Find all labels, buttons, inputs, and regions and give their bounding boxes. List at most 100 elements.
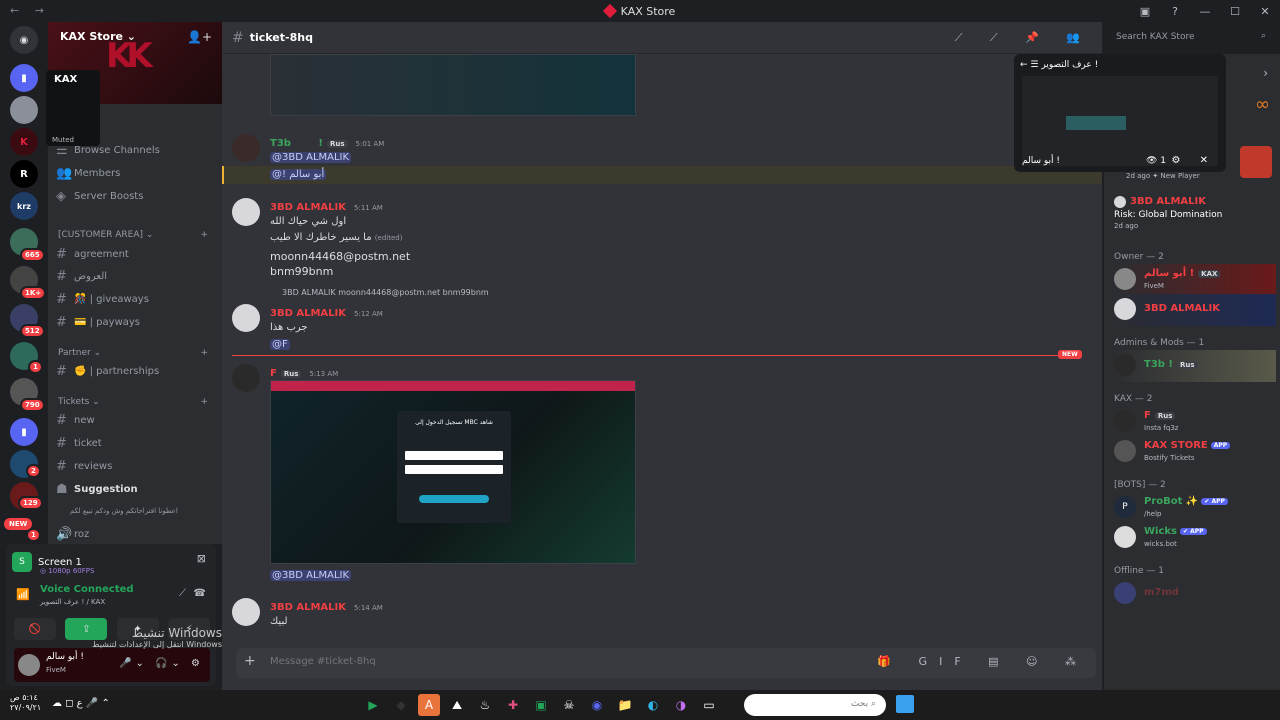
avatar[interactable] (232, 134, 260, 162)
maximize-button[interactable]: ☐ (1220, 5, 1250, 18)
folder-icon[interactable]: ▮ (10, 418, 38, 446)
edge-icon[interactable]: ◐ (642, 694, 664, 716)
kax-icon[interactable]: K (10, 128, 38, 156)
voice-status[interactable]: Voice Connected (40, 584, 134, 595)
stream-preview[interactable]: ← ☰ عرف التصوير ! أبو سالم ! 👁 1 ⚙ ✕ (1014, 54, 1226, 172)
channel-header: # ticket-8hq ⟋ ⟋ 📌 👥 (222, 22, 1102, 54)
channel-agreement[interactable]: # agreement (56, 244, 214, 264)
member-item[interactable]: m7md (1114, 578, 1276, 610)
new-messages-divider (232, 355, 1082, 356)
attachment-image[interactable]: تسجيل الدخول إلى MBC شاهد (270, 380, 636, 564)
channel-payways[interactable]: # 💳 | payways (56, 312, 214, 332)
message-author[interactable]: 3BD ALMALIK 5:14 AM (270, 602, 383, 613)
user-controls[interactable]: 🎤⌄ 🎧⌄ ⚙ (119, 658, 204, 669)
watermark-title: تنشيط Windows (131, 626, 222, 640)
close-stream-icon[interactable]: ⊠ (197, 552, 206, 565)
message-composer[interactable]: + 🎁 GIF ▤ ☺ ⁂ (236, 648, 1096, 678)
mention[interactable]: @3BD ALMALIK (270, 152, 352, 163)
member-status: FiveM (1144, 282, 1164, 290)
server-avatar[interactable] (10, 96, 38, 124)
member-item[interactable]: 3BD ALMALIK (1114, 294, 1276, 326)
taskbar-app[interactable]: ☠ (558, 694, 580, 716)
folder-icon[interactable]: ▮ (10, 64, 38, 92)
avatar[interactable] (232, 198, 260, 226)
voice-channel-roz[interactable]: 🔊 roz (56, 524, 214, 544)
invite-icon[interactable]: 👤+ (187, 30, 212, 44)
r-icon[interactable]: R (10, 160, 38, 188)
avatar[interactable] (18, 654, 40, 676)
avatar (1114, 582, 1136, 604)
discord-taskbar-icon[interactable]: ◉ (586, 694, 608, 716)
taskbar-app[interactable]: ▣ (530, 694, 552, 716)
plus-icon[interactable]: + (244, 653, 256, 669)
taskbar-search[interactable]: بحث ⌕ (744, 694, 886, 716)
server-boosts[interactable]: ◈ Server Boosts (56, 186, 214, 206)
member-item[interactable]: KAX STORE APP Bostify Tickets (1114, 436, 1276, 468)
activity-name: Risk: Global Domination (1114, 210, 1223, 220)
channel-reviews[interactable]: # reviews (56, 456, 214, 476)
discord-icon[interactable]: ◉ (10, 26, 38, 54)
taskbar-app[interactable]: ⛰ (446, 694, 468, 716)
stream-controls[interactable]: ⚙ ✕ (1171, 155, 1216, 166)
channel-giveaways[interactable]: # 🎊 | giveaways (56, 289, 214, 309)
avatar[interactable] (232, 598, 260, 626)
member-item[interactable]: Wicks ✔ APP wicks.bot (1114, 522, 1276, 554)
message-text: @F (270, 339, 290, 350)
partial-item[interactable]: ts (88, 118, 222, 138)
channel-new[interactable]: # new (56, 410, 214, 430)
channel-offers[interactable]: # العروض (56, 266, 214, 286)
forum-suggestion[interactable]: ☗ Suggestion (56, 479, 214, 499)
taskbar-app[interactable]: ✚ (502, 694, 524, 716)
message-input[interactable] (270, 656, 870, 667)
mention[interactable]: @3BD ALMALIK (270, 570, 352, 581)
disconnect-icon[interactable]: ☎ (194, 588, 206, 599)
close-button[interactable]: ✕ (1250, 5, 1280, 18)
member-item[interactable]: F Rus Insta fq3z (1114, 406, 1276, 438)
message-time: 5:12 AM (354, 310, 383, 318)
noise-suppression-icon[interactable]: ⟋ (179, 588, 186, 599)
category-customer-area[interactable]: [CUSTOMER AREA] ⌄ + (58, 230, 208, 240)
members-item[interactable]: 👥 Members (56, 163, 214, 183)
channel-ticket[interactable]: # ticket (56, 433, 214, 453)
forum-thread[interactable]: اعطونا افتراحاتكم وش ودكم تبيع لكم (70, 501, 222, 521)
taskbar-app[interactable]: A (418, 694, 440, 716)
windows-start-icon[interactable] (896, 695, 914, 713)
taskbar-app[interactable]: ◆ (390, 694, 412, 716)
attachment-image[interactable] (270, 54, 636, 116)
message-author[interactable]: 3BD ALMALIK 5:11 AM (270, 202, 383, 213)
avatar[interactable] (232, 304, 260, 332)
category-tickets[interactable]: Tickets ⌄ + (58, 397, 208, 407)
taskbar-app[interactable]: ♨ (474, 694, 496, 716)
file-explorer-icon[interactable]: 📁 (614, 694, 636, 716)
camera-off-button[interactable]: 🚫 (14, 618, 56, 640)
member-item[interactable]: T3b ! Rus (1114, 350, 1276, 382)
taskbar-app[interactable]: ▭ (698, 694, 720, 716)
message-author[interactable]: T3b ! Rus 5:01 AM (270, 138, 384, 149)
member-item[interactable]: أبو سالم ! KAX FiveM (1114, 264, 1276, 296)
search-input[interactable]: Search KAX Store ⌕ (1110, 28, 1272, 48)
composer-tools[interactable]: 🎁 GIF ▤ ☺ ⁂ (877, 655, 1088, 668)
message-author[interactable]: 3BD ALMALIK 5:12 AM (270, 308, 383, 319)
channel-partnerships[interactable]: # ✊ | partnerships (56, 361, 214, 381)
mention[interactable]: @F (270, 339, 290, 350)
copilot-icon[interactable]: ◑ (670, 694, 692, 716)
taskbar-app[interactable]: ▶ (362, 694, 384, 716)
inbox-icon[interactable]: ▣ (1130, 5, 1160, 18)
member-item[interactable]: 3BD ALMALIK Risk: Global Domination 2d a… (1114, 192, 1276, 230)
system-tray[interactable]: ☁ ◻ ع 🎤 ⌃ (52, 698, 110, 709)
user-name: أبو سالم ! (46, 652, 84, 662)
message-time: 5:13 AM (309, 370, 339, 378)
chevron-right-icon[interactable]: › (1263, 66, 1268, 80)
member-item[interactable]: P ProBot ✨ ✔ APP /help (1114, 492, 1276, 524)
reply-preview[interactable]: 3BD ALMALIK moonn44468@postm.net bnm99bn… (282, 288, 489, 297)
minimize-button[interactable]: — (1190, 5, 1220, 18)
category-partner[interactable]: Partner ⌄ + (58, 348, 208, 358)
header-icons[interactable]: ⟋ ⟋ 📌 👥 (955, 31, 1092, 45)
avatar[interactable] (232, 364, 260, 392)
mention[interactable]: @! أبو سالم (270, 169, 327, 180)
clock[interactable]: ٥:١٤ ص ٢٧/٠٩/٢١ (10, 693, 41, 713)
message-author[interactable]: F Rus 5:13 AM (270, 368, 338, 379)
krz-icon[interactable]: krz (10, 192, 38, 220)
help-icon[interactable]: ? (1160, 5, 1190, 18)
unread-badge: 1 (26, 528, 41, 542)
